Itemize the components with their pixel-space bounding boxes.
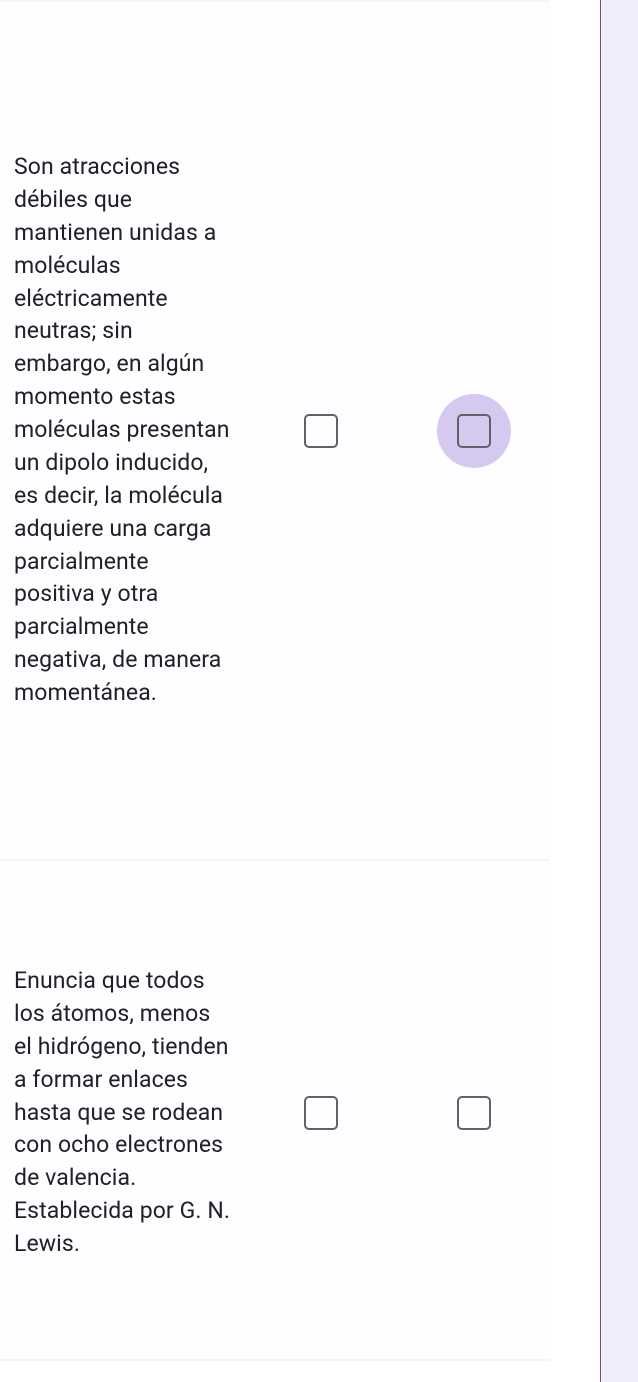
question-row-2: Enuncia que todos los átomos, menos el h… <box>0 867 550 1361</box>
content-area: Son atracciones débiles que mantienen un… <box>0 0 550 1382</box>
checkbox-2a[interactable] <box>304 1096 338 1130</box>
checkbox-wrapper-2a <box>284 1076 358 1150</box>
right-panel <box>600 0 638 1382</box>
checkbox-cell-1a <box>245 394 398 468</box>
question-row-1: Son atracciones débiles que mantienen un… <box>0 0 550 861</box>
checkbox-cell-1b <box>398 394 551 468</box>
checkbox-1a[interactable] <box>304 414 338 448</box>
checkbox-1b[interactable] <box>457 414 491 448</box>
checkbox-wrapper-1a <box>284 394 358 468</box>
checkbox-2b[interactable] <box>457 1096 491 1130</box>
checkbox-cell-2a <box>245 1076 398 1150</box>
checkbox-wrapper-1b <box>437 394 511 468</box>
bottom-gap <box>0 1361 550 1375</box>
checkbox-wrapper-2b <box>437 1076 511 1150</box>
checkbox-cell-2b <box>398 1076 551 1150</box>
question-text-1: Son atracciones débiles que mantienen un… <box>0 151 245 710</box>
question-text-2: Enuncia que todos los átomos, menos el h… <box>0 965 245 1261</box>
